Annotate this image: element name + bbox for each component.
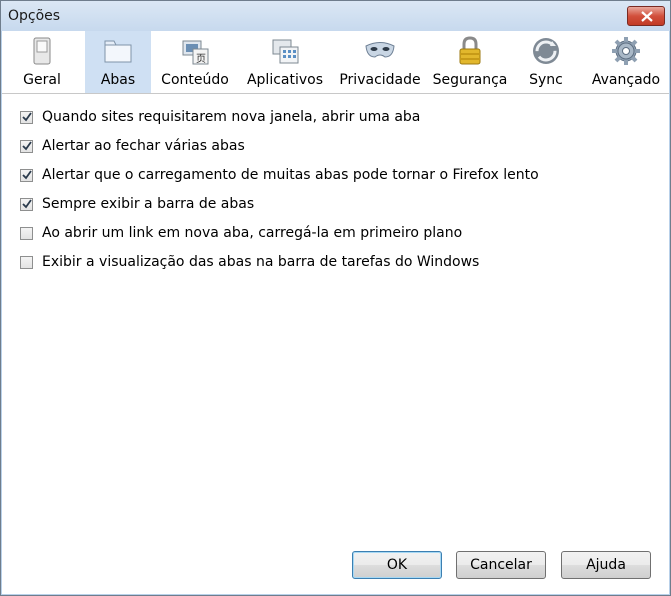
- checkmark-icon: [22, 112, 32, 122]
- preferences-toolbar: Geral Abas 页 Conteúdo Aplicativos Privac…: [2, 31, 669, 94]
- tab-label: Avançado: [591, 72, 661, 88]
- tab-label: Aplicativos: [246, 72, 324, 88]
- option-label: Alertar ao fechar várias abas: [42, 138, 245, 154]
- help-button[interactable]: Ajuda: [561, 551, 651, 579]
- tab-label: Geral: [23, 72, 61, 88]
- tab-abas[interactable]: Abas: [85, 31, 151, 93]
- checkbox[interactable]: [20, 169, 33, 182]
- tab-geral[interactable]: Geral: [4, 31, 80, 93]
- checkbox[interactable]: [20, 227, 33, 240]
- tab-label: Privacidade: [339, 72, 421, 88]
- applications-icon: [272, 39, 299, 64]
- option-label: Alertar que o carregamento de muitas aba…: [42, 167, 539, 183]
- close-icon: [641, 11, 653, 22]
- tab-conteudo[interactable]: 页 Conteúdo: [156, 31, 234, 93]
- checkbox[interactable]: [20, 140, 33, 153]
- sync-icon: [533, 38, 559, 64]
- mask-icon: [365, 42, 395, 58]
- tab-label: Segurança: [432, 72, 508, 88]
- tab-avancado[interactable]: Avançado: [586, 31, 666, 93]
- checkbox[interactable]: [20, 111, 33, 124]
- close-button[interactable]: [627, 6, 665, 26]
- tabs-icon: [104, 40, 132, 63]
- title-bar: Opções: [1, 1, 670, 31]
- options-dialog: Opções Geral Abas 页 Conteúdo Aplicativos…: [0, 0, 671, 596]
- tab-privacidade[interactable]: Privacidade: [334, 31, 426, 93]
- option-label: Sempre exibir a barra de abas: [42, 196, 255, 212]
- content-icon: 页: [182, 40, 209, 65]
- tab-aplicativos[interactable]: Aplicativos: [241, 31, 329, 93]
- tab-label: Sync: [529, 72, 563, 88]
- checkbox[interactable]: [20, 256, 33, 269]
- option-label: Exibir a visualização das abas na barra …: [42, 254, 480, 270]
- switch-icon: [33, 37, 51, 65]
- option-label: Ao abrir um link em nova aba, carregá-la…: [42, 225, 463, 241]
- svg-text:页: 页: [196, 53, 206, 65]
- checkmark-icon: [22, 199, 32, 209]
- option-label: Quando sites requisitarem nova janela, a…: [42, 109, 421, 125]
- tab-sync[interactable]: Sync: [514, 31, 578, 93]
- cancel-button[interactable]: Cancelar: [456, 551, 546, 579]
- tab-label: Conteúdo: [161, 72, 229, 88]
- window-title: Opções: [8, 8, 61, 24]
- tab-seguranca[interactable]: Segurança: [431, 31, 509, 93]
- tabs-panel: Quando sites requisitarem nova janela, a…: [2, 94, 669, 594]
- checkmark-icon: [22, 141, 32, 151]
- checkmark-icon: [22, 170, 32, 180]
- gear-icon: [612, 37, 640, 65]
- lock-icon: [459, 36, 481, 65]
- checkbox[interactable]: [20, 198, 33, 211]
- ok-button[interactable]: OK: [352, 551, 442, 579]
- tab-label: Abas: [100, 72, 136, 88]
